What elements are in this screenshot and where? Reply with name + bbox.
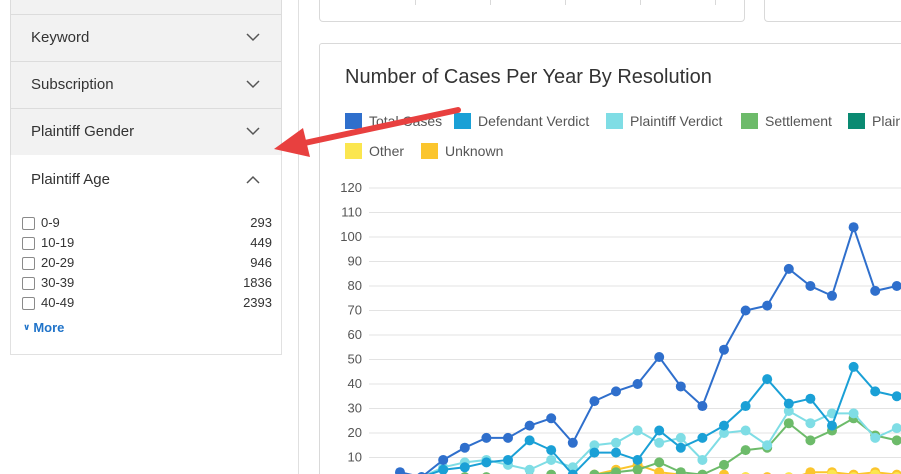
data-point[interactable] <box>459 442 470 453</box>
data-point[interactable] <box>805 418 816 429</box>
data-point[interactable] <box>546 413 557 424</box>
data-point[interactable] <box>654 437 665 448</box>
data-point[interactable] <box>783 263 794 274</box>
data-point[interactable] <box>870 285 881 296</box>
data-point[interactable] <box>675 442 686 453</box>
data-point[interactable] <box>632 454 643 465</box>
data-point[interactable] <box>719 344 729 355</box>
line-chart: 10 20 30 40 50 60 70 80 90 100 110 120 <box>340 180 901 474</box>
data-point[interactable] <box>611 447 621 458</box>
data-point[interactable] <box>697 454 708 465</box>
y-tick-label: 110 <box>341 205 362 220</box>
data-point[interactable] <box>675 432 686 443</box>
y-tick-label: 70 <box>348 303 362 318</box>
data-point[interactable] <box>848 222 859 233</box>
data-point[interactable] <box>719 420 729 431</box>
y-tick-label: 10 <box>348 450 362 465</box>
data-point[interactable] <box>611 386 621 397</box>
data-point[interactable] <box>589 447 600 458</box>
data-point[interactable] <box>567 437 578 448</box>
data-point[interactable] <box>740 305 751 316</box>
data-point[interactable] <box>805 435 816 446</box>
y-tick-label: 30 <box>348 401 362 416</box>
data-point[interactable] <box>589 396 600 407</box>
data-point[interactable] <box>503 432 513 443</box>
data-point[interactable] <box>395 467 405 474</box>
data-point[interactable] <box>524 464 535 474</box>
data-point[interactable] <box>891 423 901 434</box>
data-point[interactable] <box>589 469 600 474</box>
data-point[interactable] <box>891 281 901 291</box>
data-point[interactable] <box>762 374 773 385</box>
data-point[interactable] <box>719 459 729 470</box>
data-point[interactable] <box>524 420 535 431</box>
data-point[interactable] <box>546 454 557 465</box>
data-point[interactable] <box>459 462 470 473</box>
data-point[interactable] <box>654 467 665 474</box>
y-tick-label: 80 <box>348 278 362 293</box>
data-point[interactable] <box>697 401 708 412</box>
data-point[interactable] <box>503 454 513 465</box>
data-point[interactable] <box>675 467 686 474</box>
data-point[interactable] <box>805 393 816 404</box>
data-point[interactable] <box>632 379 643 389</box>
data-point[interactable] <box>740 445 751 456</box>
y-tick-label: 100 <box>340 229 362 244</box>
data-point[interactable] <box>697 432 708 443</box>
data-point[interactable] <box>740 401 751 412</box>
data-point[interactable] <box>891 391 901 402</box>
data-point[interactable] <box>805 467 816 474</box>
data-point[interactable] <box>481 432 492 443</box>
y-tick-label: 50 <box>348 352 362 367</box>
y-tick-label: 120 <box>340 180 362 195</box>
data-point[interactable] <box>546 445 557 456</box>
data-point[interactable] <box>848 408 859 419</box>
y-tick-label: 40 <box>348 376 362 391</box>
data-point[interactable] <box>654 352 665 363</box>
y-tick-label: 60 <box>348 327 362 342</box>
data-point[interactable] <box>870 386 881 397</box>
data-point[interactable] <box>632 425 643 436</box>
data-point[interactable] <box>697 469 708 474</box>
data-point[interactable] <box>805 281 816 291</box>
data-point[interactable] <box>481 457 492 468</box>
data-point[interactable] <box>611 437 621 448</box>
data-point[interactable] <box>654 457 665 468</box>
data-point[interactable] <box>783 398 794 409</box>
y-tick-label: 90 <box>348 254 362 269</box>
data-point[interactable] <box>654 425 665 436</box>
data-point[interactable] <box>848 361 859 372</box>
data-point[interactable] <box>740 425 751 436</box>
y-tick-label: 20 <box>348 425 362 440</box>
data-point[interactable] <box>827 290 837 301</box>
data-point[interactable] <box>524 435 535 446</box>
data-point[interactable] <box>438 454 449 465</box>
data-point[interactable] <box>546 469 557 474</box>
data-point[interactable] <box>891 435 901 446</box>
data-point[interactable] <box>783 418 794 429</box>
data-point[interactable] <box>870 432 881 443</box>
data-point[interactable] <box>762 300 773 311</box>
data-point[interactable] <box>827 420 837 431</box>
data-point[interactable] <box>719 469 729 474</box>
data-point[interactable] <box>675 381 686 392</box>
data-point[interactable] <box>762 440 773 451</box>
